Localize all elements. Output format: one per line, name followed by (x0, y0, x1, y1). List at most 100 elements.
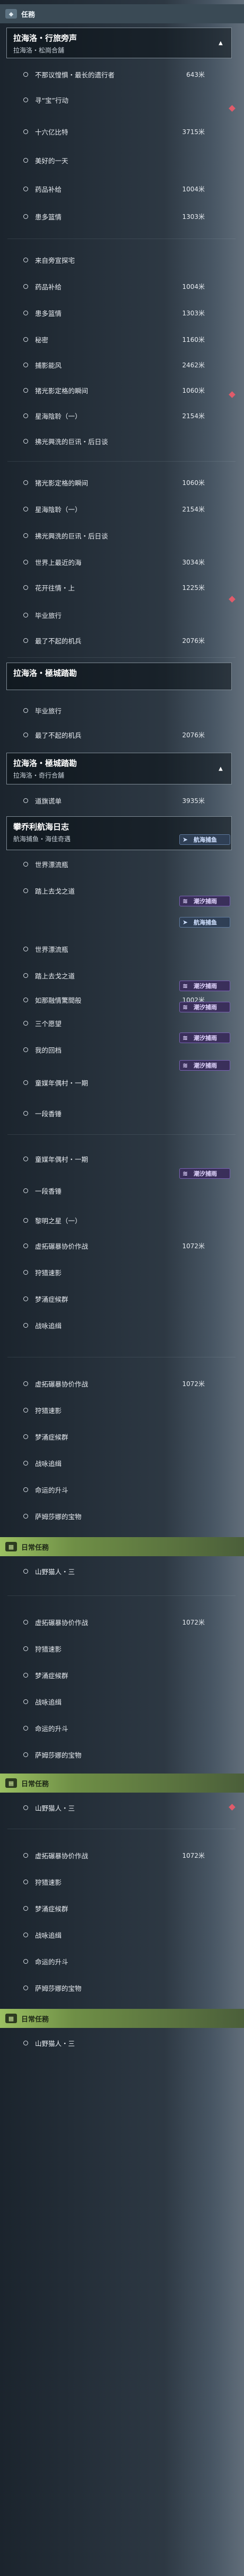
status-dot-icon (23, 638, 28, 643)
list-item[interactable]: 山野猫人・三 (0, 1560, 244, 1582)
list-item[interactable]: 萨姆莎娜的宝物 (0, 1744, 244, 1765)
list-item[interactable]: 毕业旅行 (0, 604, 244, 625)
list-item[interactable]: 秘密 1160米 (0, 329, 244, 350)
list-item[interactable]: 寻“宝”行动 (0, 89, 244, 110)
list-item[interactable]: 美好的一天 (0, 149, 244, 171)
list-item[interactable]: 萨姆莎娜的宝物 (0, 1505, 244, 1527)
quest-title: 拉海洛・極城踏勘 (13, 758, 77, 768)
chevron-up-icon[interactable]: ▲ (216, 764, 225, 773)
status-dot-icon (23, 1619, 28, 1625)
list-item[interactable]: 世界漂流瓶 (0, 853, 244, 875)
list-item[interactable]: 花开往情・上 1225米 (0, 577, 244, 598)
list-item[interactable]: 梦涌症候群 (0, 1288, 244, 1309)
item-label: 山野猫人・三 (35, 2039, 75, 2048)
list-item[interactable]: 毕业旅行 (0, 700, 244, 721)
quest-title: 拉海洛・極城踏勘 (13, 668, 77, 678)
wave-icon: ≋ (182, 1003, 188, 1011)
quest-card[interactable]: 攀乔利航海日志 航海捕鱼・海佳奇遇 (6, 816, 232, 850)
status-dot-icon (23, 1322, 28, 1328)
list-item[interactable]: 来自旁宣探宅 (0, 249, 244, 270)
list-item[interactable]: 药品补给 1004米 (0, 276, 244, 297)
calendar-icon: ▦ (5, 1778, 17, 1788)
status-dot-icon (23, 612, 28, 617)
list-item[interactable]: 世界上最近的海 3034米 (0, 551, 244, 572)
list-item[interactable]: 童媒年偶村・一期 (0, 1148, 244, 1169)
item-label: 秘密 (35, 336, 49, 344)
list-item[interactable]: 不那议惶惧・最长的遗行者 643米 (0, 64, 244, 85)
item-label: 拂光興洗的巨讯・后日谈 (35, 437, 108, 446)
daily-quest-header[interactable]: ▦ 日常任務 (0, 1774, 244, 1793)
list-item[interactable]: 一段香锤 (0, 1180, 244, 1201)
list-item[interactable]: 虚拓碾暴协价作战 1072米 (0, 1845, 244, 1866)
distance: 1160米 (182, 336, 205, 343)
list-item[interactable]: 世界漂流瓶 (0, 938, 244, 959)
list-item[interactable]: 战咏追缉 (0, 1315, 244, 1336)
list-item[interactable]: 命运的升斗 (0, 1479, 244, 1500)
status-dot-icon (23, 1959, 28, 1964)
list-item[interactable]: 一段香锤 (0, 1102, 244, 1124)
list-item[interactable]: 道旗谎单 3935米 (0, 790, 244, 811)
list-item[interactable]: 童媒年偶村・一期 (0, 1072, 244, 1093)
list-item[interactable]: 命运的升斗 (0, 1951, 244, 1972)
list-item[interactable]: 十六亿比特 3715米 (0, 121, 244, 142)
list-item[interactable]: 狩猎速影 (0, 1399, 244, 1421)
list-item[interactable]: 患多篮情 1303米 (0, 206, 244, 227)
daily-quest-header[interactable]: ▦ 日常任務 (0, 2009, 244, 2028)
list-item[interactable]: 我的回档 (0, 1039, 244, 1060)
list-item[interactable]: 猪光影定格的瞬间 1060米 (0, 380, 244, 401)
chevron-up-icon[interactable]: ▲ (216, 39, 225, 47)
list-item[interactable]: 药品补给 1004米 (0, 178, 244, 199)
list-item[interactable]: 梦涌症候群 (0, 1898, 244, 1919)
distance: 1072米 (182, 1242, 205, 1250)
list-item[interactable]: 黎明之星（一） (0, 1210, 244, 1231)
list-item[interactable]: 梦涌症候群 (0, 1426, 244, 1447)
tag-label: 潮汐捕雨 (194, 898, 217, 905)
list-item[interactable]: 虚拓碾暴协价作战 1072米 (0, 1235, 244, 1256)
status-dot-icon (23, 1460, 28, 1466)
divider (7, 461, 236, 462)
list-item[interactable]: 战咏追缉 (0, 1924, 244, 1945)
status-dot-icon (23, 1434, 28, 1439)
list-item[interactable]: 狩猎速影 (0, 1261, 244, 1283)
list-item[interactable]: 萨姆莎娜的宝物 (0, 1977, 244, 1998)
item-label: 道旗谎单 (35, 797, 62, 805)
status-dot-icon (23, 413, 28, 418)
status-dot-icon (23, 732, 28, 737)
list-item[interactable]: 虚拓碾暴协价作战 1072米 (0, 1611, 244, 1633)
item-label: 童媒年偶村・一期 (35, 1079, 89, 1087)
tag-label: 潮汐捕雨 (194, 1004, 217, 1011)
list-item[interactable]: 患多篮情 1303米 (0, 302, 244, 323)
item-label: 药品补给 (35, 185, 62, 193)
list-item[interactable]: 最了不起的机兵 2076米 (0, 630, 244, 651)
list-item[interactable]: 山野猫人・三 (0, 1797, 244, 1818)
list-item[interactable]: 拂光興洗的巨讯・后日谈 (0, 525, 244, 546)
item-label: 山野猫人・三 (35, 1804, 75, 1812)
list-item[interactable]: 狩猎速影 (0, 1871, 244, 1892)
list-item[interactable]: 狩猎速影 (0, 1638, 244, 1659)
list-item[interactable]: 梦涌症候群 (0, 1664, 244, 1686)
status-dot-icon (23, 1487, 28, 1492)
list-item[interactable]: 星海陰聆（一） 2154米 (0, 405, 244, 426)
list-item[interactable]: 拂光興洗的巨讯・后日谈 (0, 430, 244, 452)
list-item[interactable]: 捕影能风 2462米 (0, 354, 244, 375)
list-item[interactable]: 虚拓碾暴协价作战 1072米 (0, 1373, 244, 1394)
list-item[interactable]: 山野猫人・三 (0, 2032, 244, 2053)
item-label: 踏上去戈之道 (35, 887, 75, 895)
list-item[interactable]: 猪光影定格的瞬间 1060米 (0, 472, 244, 493)
list-item[interactable]: 命运的升斗 (0, 1717, 244, 1739)
list-item[interactable]: 最了不起的机兵 2076米 (0, 724, 244, 745)
list-item[interactable]: 星海陰聆（一） 2154米 (0, 498, 244, 519)
side-quest-header[interactable]: ◆ 任務 (0, 4, 244, 23)
list-item[interactable]: 战咏追缉 (0, 1691, 244, 1712)
distance: 3935米 (182, 797, 205, 805)
quest-card[interactable]: 拉海洛・極城踏勘 (6, 663, 232, 690)
list-item[interactable]: 三个愿望 (0, 1012, 244, 1034)
daily-quest-header[interactable]: ▦ 日常任務 (0, 1537, 244, 1556)
list-item[interactable]: 战咏追缉 (0, 1452, 244, 1474)
quest-card[interactable]: 拉海洛・極城踏勘 拉海洛・奇行合舗 ▲ (6, 753, 232, 784)
distance: 1072米 (182, 1618, 205, 1626)
quest-card[interactable]: 拉海洛・行旅旁声 拉海洛・松崗合舗 ▲ (6, 28, 232, 58)
status-dot-icon (23, 1156, 28, 1161)
item-label: 黎明之星（一） (35, 1216, 82, 1225)
status-dot-icon (23, 1513, 28, 1519)
